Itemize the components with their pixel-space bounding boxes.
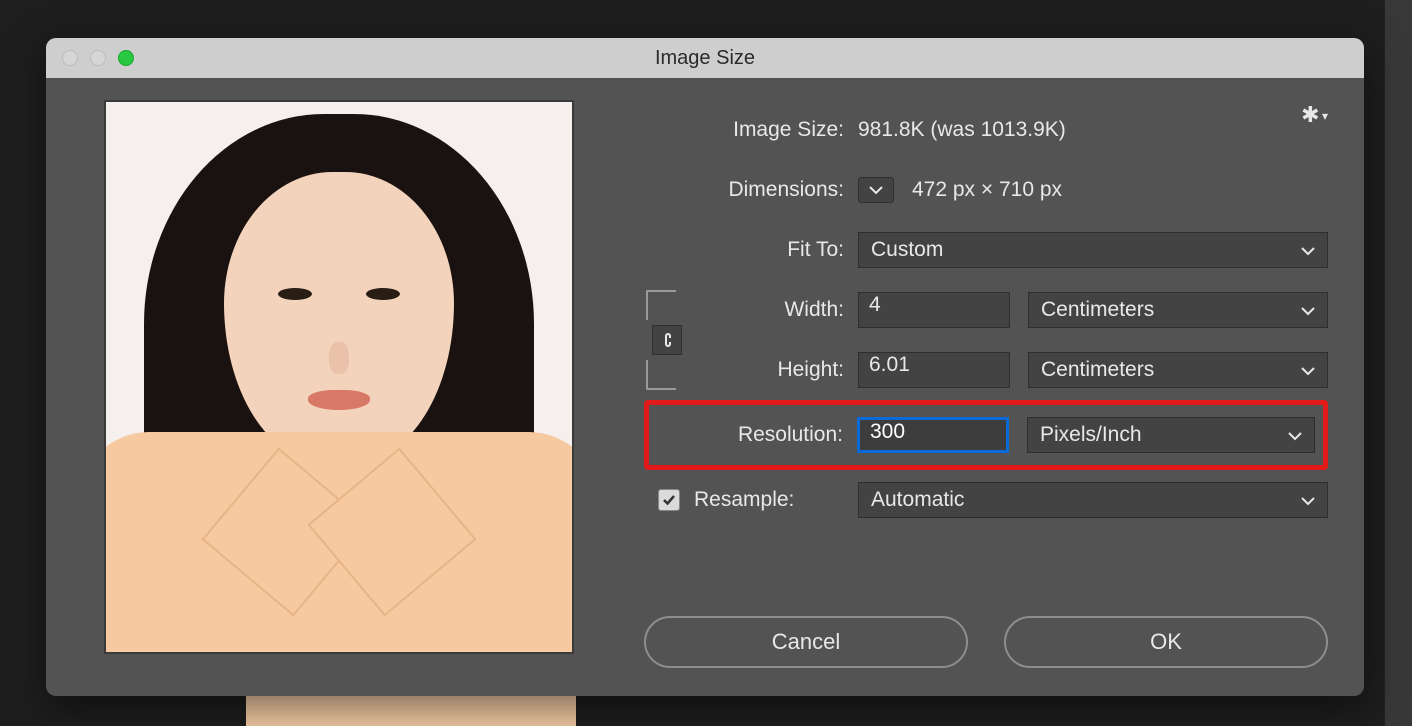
chevron-down-icon	[1301, 358, 1315, 382]
chevron-down-icon	[1288, 423, 1302, 447]
window-close-button[interactable]	[62, 50, 78, 66]
width-input[interactable]: 4	[858, 292, 1010, 328]
resample-checkbox[interactable]	[658, 489, 680, 511]
window-controls	[62, 50, 134, 66]
window-minimize-button[interactable]	[90, 50, 106, 66]
resolution-unit-select[interactable]: Pixels/Inch	[1027, 417, 1315, 453]
dimensions-unit-toggle[interactable]	[858, 177, 894, 203]
link-icon	[652, 325, 682, 355]
dialog-title: Image Size	[655, 47, 755, 70]
width-label: Width:	[690, 298, 858, 322]
constrain-proportions[interactable]	[644, 280, 690, 400]
window-zoom-button[interactable]	[118, 50, 134, 66]
image-size-dialog: Image Size ✱ Image Size: 981.8K (was 101…	[46, 38, 1364, 696]
height-input[interactable]: 6.01	[858, 352, 1010, 388]
resolution-label: Resolution:	[657, 423, 857, 447]
resolution-input[interactable]: 300	[857, 417, 1009, 453]
chevron-down-icon	[1301, 238, 1315, 262]
dialog-titlebar: Image Size	[46, 38, 1364, 78]
resample-select[interactable]: Automatic	[858, 482, 1328, 518]
resolution-highlight: Resolution: 300 Pixels/Inch	[644, 400, 1328, 470]
gear-icon[interactable]: ✱	[1301, 102, 1328, 128]
image-preview	[104, 100, 574, 654]
fit-to-label: Fit To:	[644, 238, 858, 262]
resample-label: Resample:	[690, 488, 858, 512]
cancel-button[interactable]: Cancel	[644, 616, 968, 668]
fit-to-value: Custom	[871, 238, 943, 262]
chevron-down-icon	[1301, 488, 1315, 512]
app-right-panel-edge	[1384, 0, 1412, 726]
fit-to-select[interactable]: Custom	[858, 232, 1328, 268]
image-size-label: Image Size:	[644, 118, 858, 142]
dimensions-label: Dimensions:	[644, 178, 858, 202]
dimensions-value: 472 px × 710 px	[912, 178, 1062, 202]
width-unit-select[interactable]: Centimeters	[1028, 292, 1328, 328]
chevron-down-icon	[1301, 298, 1315, 322]
height-label: Height:	[690, 358, 858, 382]
image-size-value: 981.8K (was 1013.9K)	[858, 118, 1066, 142]
height-unit-select[interactable]: Centimeters	[1028, 352, 1328, 388]
canvas-image-strip	[246, 694, 576, 726]
ok-button[interactable]: OK	[1004, 616, 1328, 668]
